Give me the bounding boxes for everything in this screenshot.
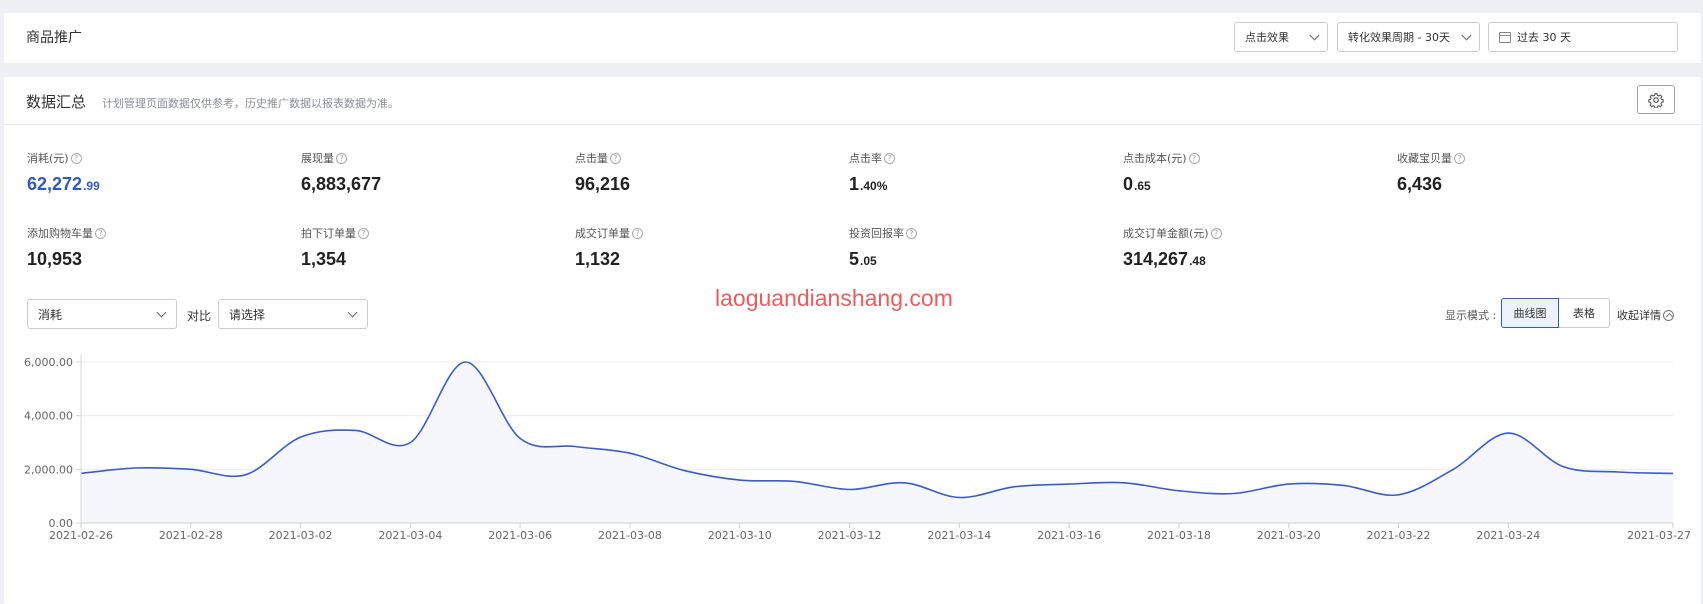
y-tick-label: 4,000.00	[24, 410, 73, 423]
data-point	[407, 440, 413, 446]
date-range-picker[interactable]: 过去 30 天	[1488, 22, 1678, 52]
effect-dropdown-value: 点击效果	[1245, 31, 1289, 44]
mode-curve-button[interactable]: 曲线图	[1501, 298, 1559, 328]
spend-line-chart: 0.002,000.004,000.006,000.00 2021-02-26 2…	[24, 354, 1691, 542]
data-point	[1011, 484, 1017, 490]
data-point	[78, 470, 84, 476]
data-point	[1560, 464, 1566, 470]
x-tick-label: 2021-03-27	[1627, 529, 1691, 542]
data-point	[627, 450, 633, 456]
series-area	[81, 361, 1673, 523]
data-point	[1121, 480, 1127, 486]
data-point	[1066, 481, 1072, 487]
data-point	[1176, 488, 1182, 494]
data-point	[956, 495, 962, 501]
page-title: 商品推广	[26, 30, 82, 46]
chevron-down-icon	[1461, 30, 1472, 41]
x-tick-label: 2021-03-10	[708, 529, 772, 542]
data-point	[1231, 490, 1237, 496]
data-point	[1450, 466, 1456, 472]
x-tick-label: 2021-02-28	[159, 529, 223, 542]
y-tick-labels: 0.002,000.004,000.006,000.00	[24, 356, 73, 530]
data-point	[1341, 482, 1347, 488]
data-point	[1286, 481, 1292, 487]
data-point	[1670, 470, 1676, 476]
calendar-icon	[1499, 31, 1511, 43]
conversion-period-value: 转化效果周期 - 30天	[1348, 31, 1450, 44]
x-tick-label: 2021-03-02	[269, 529, 333, 542]
data-point	[1396, 492, 1402, 498]
x-tick-label: 2021-03-20	[1257, 529, 1321, 542]
conversion-period-dropdown[interactable]: 转化效果周期 - 30天	[1337, 22, 1480, 52]
x-tick-label: 2021-03-14	[927, 529, 991, 542]
data-point	[737, 477, 743, 483]
data-point	[188, 466, 194, 472]
data-point	[901, 480, 907, 486]
date-range-value: 过去 30 天	[1517, 31, 1571, 44]
chevron-down-icon	[1309, 30, 1320, 41]
y-tick-label: 2,000.00	[24, 463, 73, 476]
data-point	[1505, 430, 1511, 436]
x-tick-label: 2021-03-08	[598, 529, 662, 542]
data-point	[462, 359, 468, 365]
x-tick-label: 2021-03-06	[488, 529, 552, 542]
x-tick-label: 2021-02-26	[49, 529, 113, 542]
x-tick-label: 2021-03-22	[1367, 529, 1431, 542]
summary-panel: 数据汇总 计划管理页面数据仅供参考，历史推广数据以报表数据为准。 消耗(元)? …	[4, 77, 1701, 604]
data-point	[517, 435, 523, 441]
x-tick-label: 2021-03-12	[818, 529, 882, 542]
data-point	[572, 444, 578, 450]
data-point	[792, 478, 798, 484]
data-point	[847, 486, 853, 492]
data-point	[352, 427, 358, 433]
data-point	[133, 465, 139, 471]
x-tick-labels: 2021-02-26 2021-02-28 2021-03-02 2021-03-04…	[49, 523, 1691, 542]
x-tick-label: 2021-03-16	[1037, 529, 1101, 542]
data-point	[243, 472, 249, 478]
y-tick-label: 6,000.00	[24, 356, 73, 369]
effect-dropdown[interactable]: 点击效果	[1234, 22, 1328, 52]
data-point	[682, 468, 688, 474]
x-tick-label: 2021-03-24	[1476, 529, 1540, 542]
data-point	[298, 434, 304, 440]
x-tick-label: 2021-03-18	[1147, 529, 1211, 542]
data-point	[1615, 469, 1621, 475]
header-bar: 商品推广 点击效果 转化效果周期 - 30天 过去 30 天	[4, 13, 1701, 63]
x-tick-label: 2021-03-04	[378, 529, 442, 542]
